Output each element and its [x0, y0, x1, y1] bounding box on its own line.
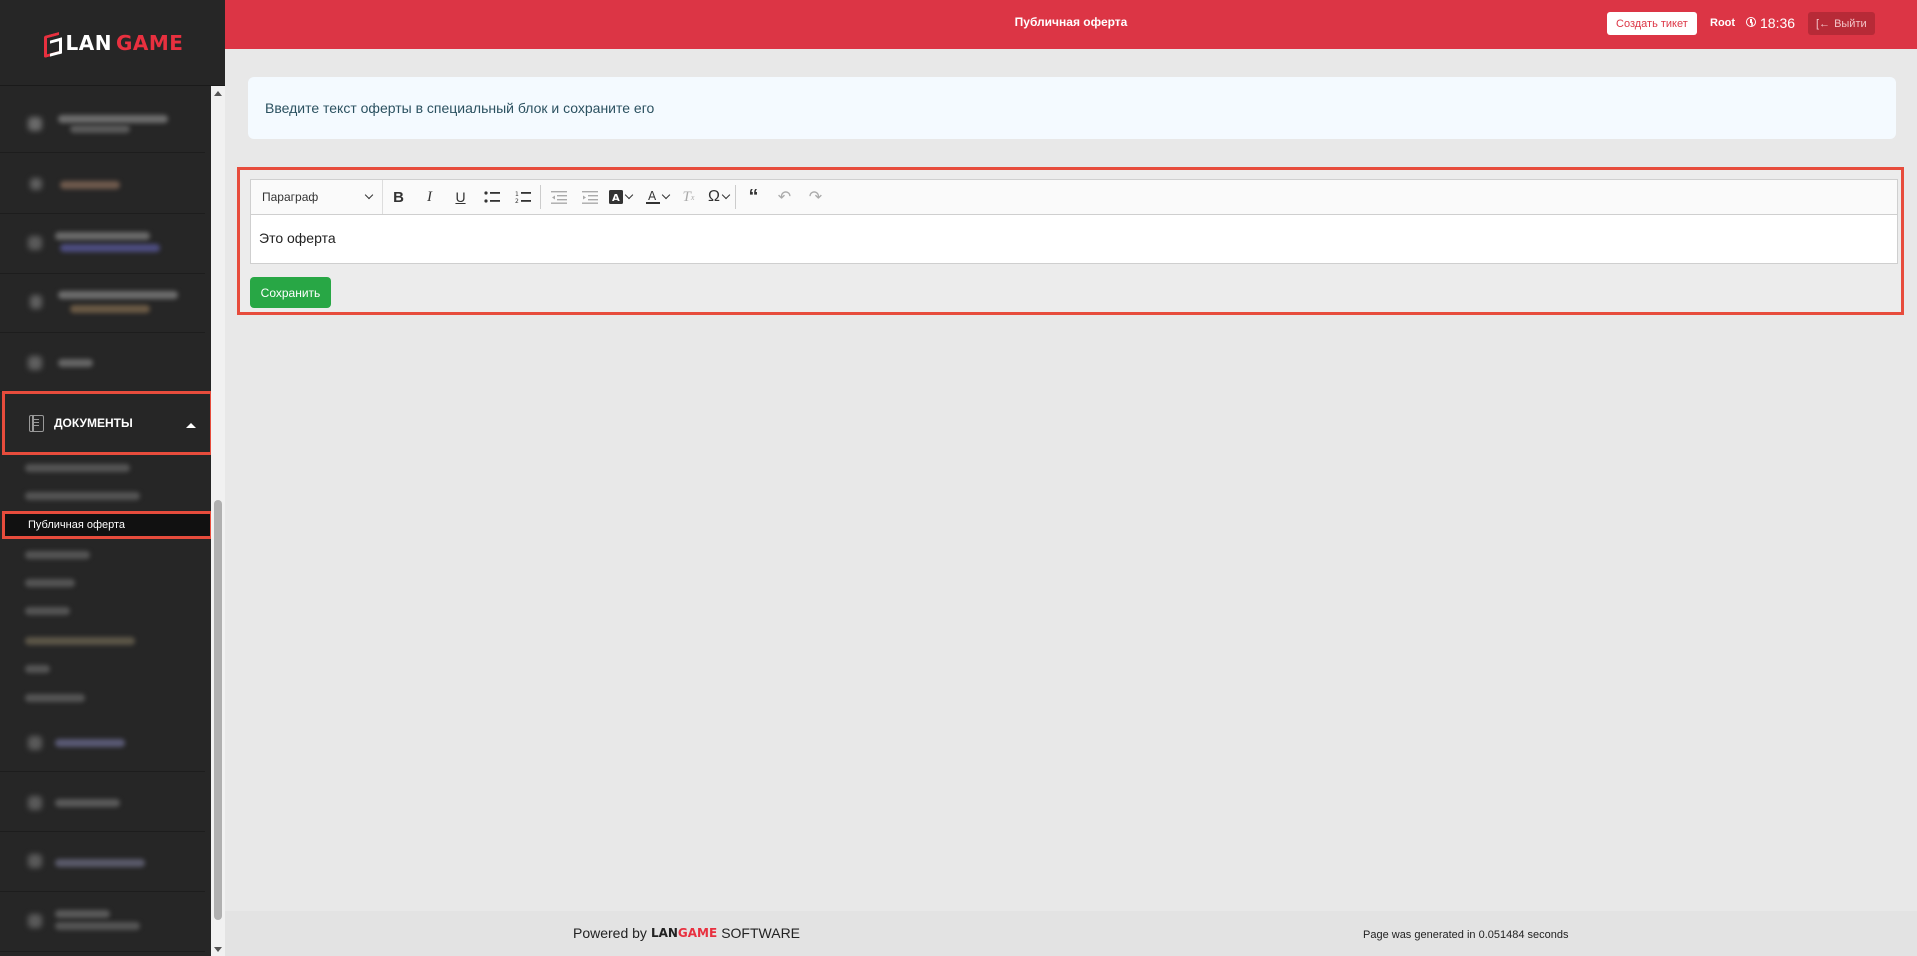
- offer-text-editor[interactable]: Это оферта: [250, 215, 1898, 264]
- powered-by: Powered by LANGAME SOFTWARE: [573, 925, 800, 941]
- sidebar: LAN GAME ДОКУМЕНТЫ Публичная оферта: [0, 0, 225, 956]
- alert-text: Введите текст оферты в специальный блок …: [265, 100, 655, 116]
- scroll-down-icon[interactable]: [214, 947, 222, 952]
- font-color-dropdown[interactable]: A: [642, 189, 673, 205]
- powered-suffix: SOFTWARE: [721, 925, 801, 941]
- chevron-down-icon: [364, 190, 374, 200]
- footer: Powered by LANGAME SOFTWARE Page was gen…: [225, 911, 1917, 956]
- scroll-up-icon[interactable]: [214, 91, 222, 96]
- numbered-list-icon[interactable]: 12: [507, 180, 538, 214]
- sidebar-item-blurred[interactable]: [0, 832, 205, 892]
- sidebar-subitem-label: Публичная оферта: [28, 519, 126, 531]
- sidebar-item-blurred[interactable]: [0, 772, 205, 832]
- sidebar-item-blurred[interactable]: [0, 273, 205, 333]
- caret-up-icon: [186, 423, 196, 428]
- sidebar-item-label: ДОКУМЕНТЫ: [54, 416, 133, 430]
- footer-brand-logo[interactable]: LANGAME: [651, 926, 717, 940]
- sidebar-item-blurred[interactable]: [0, 332, 205, 392]
- current-time: 18:36: [1760, 15, 1796, 31]
- logo-mark-icon: [42, 33, 62, 53]
- block-format-value: Параграф: [262, 190, 319, 204]
- chevron-down-icon: [721, 190, 731, 200]
- special-character-dropdown[interactable]: Ω: [704, 188, 733, 206]
- undo-icon[interactable]: ↶: [769, 180, 800, 214]
- sidebar-item-documents[interactable]: ДОКУМЕНТЫ: [2, 391, 213, 455]
- generation-time: Page was generated in 0.051484 seconds: [1363, 929, 1569, 941]
- sidebar-subitem-blurred[interactable]: [25, 665, 50, 673]
- scroll-thumb[interactable]: [214, 500, 222, 920]
- bullet-list-icon[interactable]: [476, 180, 507, 214]
- svg-text:2: 2: [515, 198, 519, 204]
- blockquote-icon[interactable]: “: [738, 180, 769, 214]
- block-format-select[interactable]: Параграф: [251, 180, 383, 214]
- remove-format-icon[interactable]: Tx: [673, 180, 704, 214]
- logo-text-game: GAME: [116, 30, 184, 55]
- sidebar-subitem-blurred[interactable]: [25, 464, 130, 472]
- top-header: Публичная оферта Создать тикет Root 18:3…: [225, 0, 1917, 49]
- svg-text:A: A: [648, 189, 657, 203]
- sidebar-subitem-blurred[interactable]: [25, 637, 135, 645]
- editor-toolbar: Параграф B I U 12 A A Tx Ω “ ↶ ↷: [250, 179, 1898, 215]
- logout-icon: [←: [1816, 17, 1831, 30]
- italic-icon[interactable]: I: [414, 180, 445, 214]
- highlight-color-dropdown[interactable]: A: [605, 190, 636, 204]
- sidebar-item-blurred[interactable]: [0, 214, 205, 274]
- logo[interactable]: LAN GAME: [0, 0, 225, 86]
- sidebar-subitem-blurred[interactable]: [25, 694, 85, 702]
- sidebar-scrollbar[interactable]: [211, 86, 225, 956]
- sidebar-item-blurred[interactable]: [0, 93, 205, 153]
- outdent-icon[interactable]: [543, 180, 574, 214]
- create-ticket-button[interactable]: Создать тикет: [1607, 12, 1697, 35]
- sidebar-subitem-public-offer[interactable]: Публичная оферта: [2, 511, 213, 539]
- document-icon: [29, 414, 44, 432]
- logout-label: Выйти: [1834, 17, 1867, 30]
- sidebar-subitem-blurred[interactable]: [25, 579, 75, 587]
- clock-icon: [1746, 17, 1756, 27]
- special-character-icon: Ω: [708, 188, 720, 205]
- underline-icon[interactable]: U: [445, 180, 476, 214]
- info-alert: Введите текст оферты в специальный блок …: [248, 77, 1896, 139]
- svg-text:A: A: [612, 193, 620, 204]
- bold-icon[interactable]: B: [383, 180, 414, 214]
- chevron-down-icon: [661, 190, 671, 200]
- save-button[interactable]: Сохранить: [250, 277, 331, 308]
- sidebar-item-blurred[interactable]: [0, 892, 205, 952]
- logo-text-lan: LAN: [65, 30, 112, 55]
- indent-icon[interactable]: [574, 180, 605, 214]
- font-color-icon: A: [646, 189, 660, 204]
- sidebar-subitem-blurred[interactable]: [25, 607, 70, 615]
- sidebar-item-blurred[interactable]: [0, 154, 205, 214]
- sidebar-subitem-blurred[interactable]: [25, 492, 140, 500]
- logout-button[interactable]: [← Выйти: [1808, 12, 1875, 35]
- svg-text:1: 1: [515, 191, 519, 198]
- chevron-down-icon: [624, 190, 634, 200]
- sidebar-item-blurred[interactable]: [0, 712, 205, 772]
- offer-editor-panel: Параграф B I U 12 A A Tx Ω “ ↶ ↷ Это офе…: [237, 167, 1904, 315]
- highlight-color-icon: A: [609, 190, 623, 204]
- redo-icon[interactable]: ↷: [800, 180, 831, 214]
- user-name[interactable]: Root: [1710, 17, 1735, 29]
- powered-prefix: Powered by: [573, 925, 647, 941]
- sidebar-subitem-blurred[interactable]: [25, 551, 90, 559]
